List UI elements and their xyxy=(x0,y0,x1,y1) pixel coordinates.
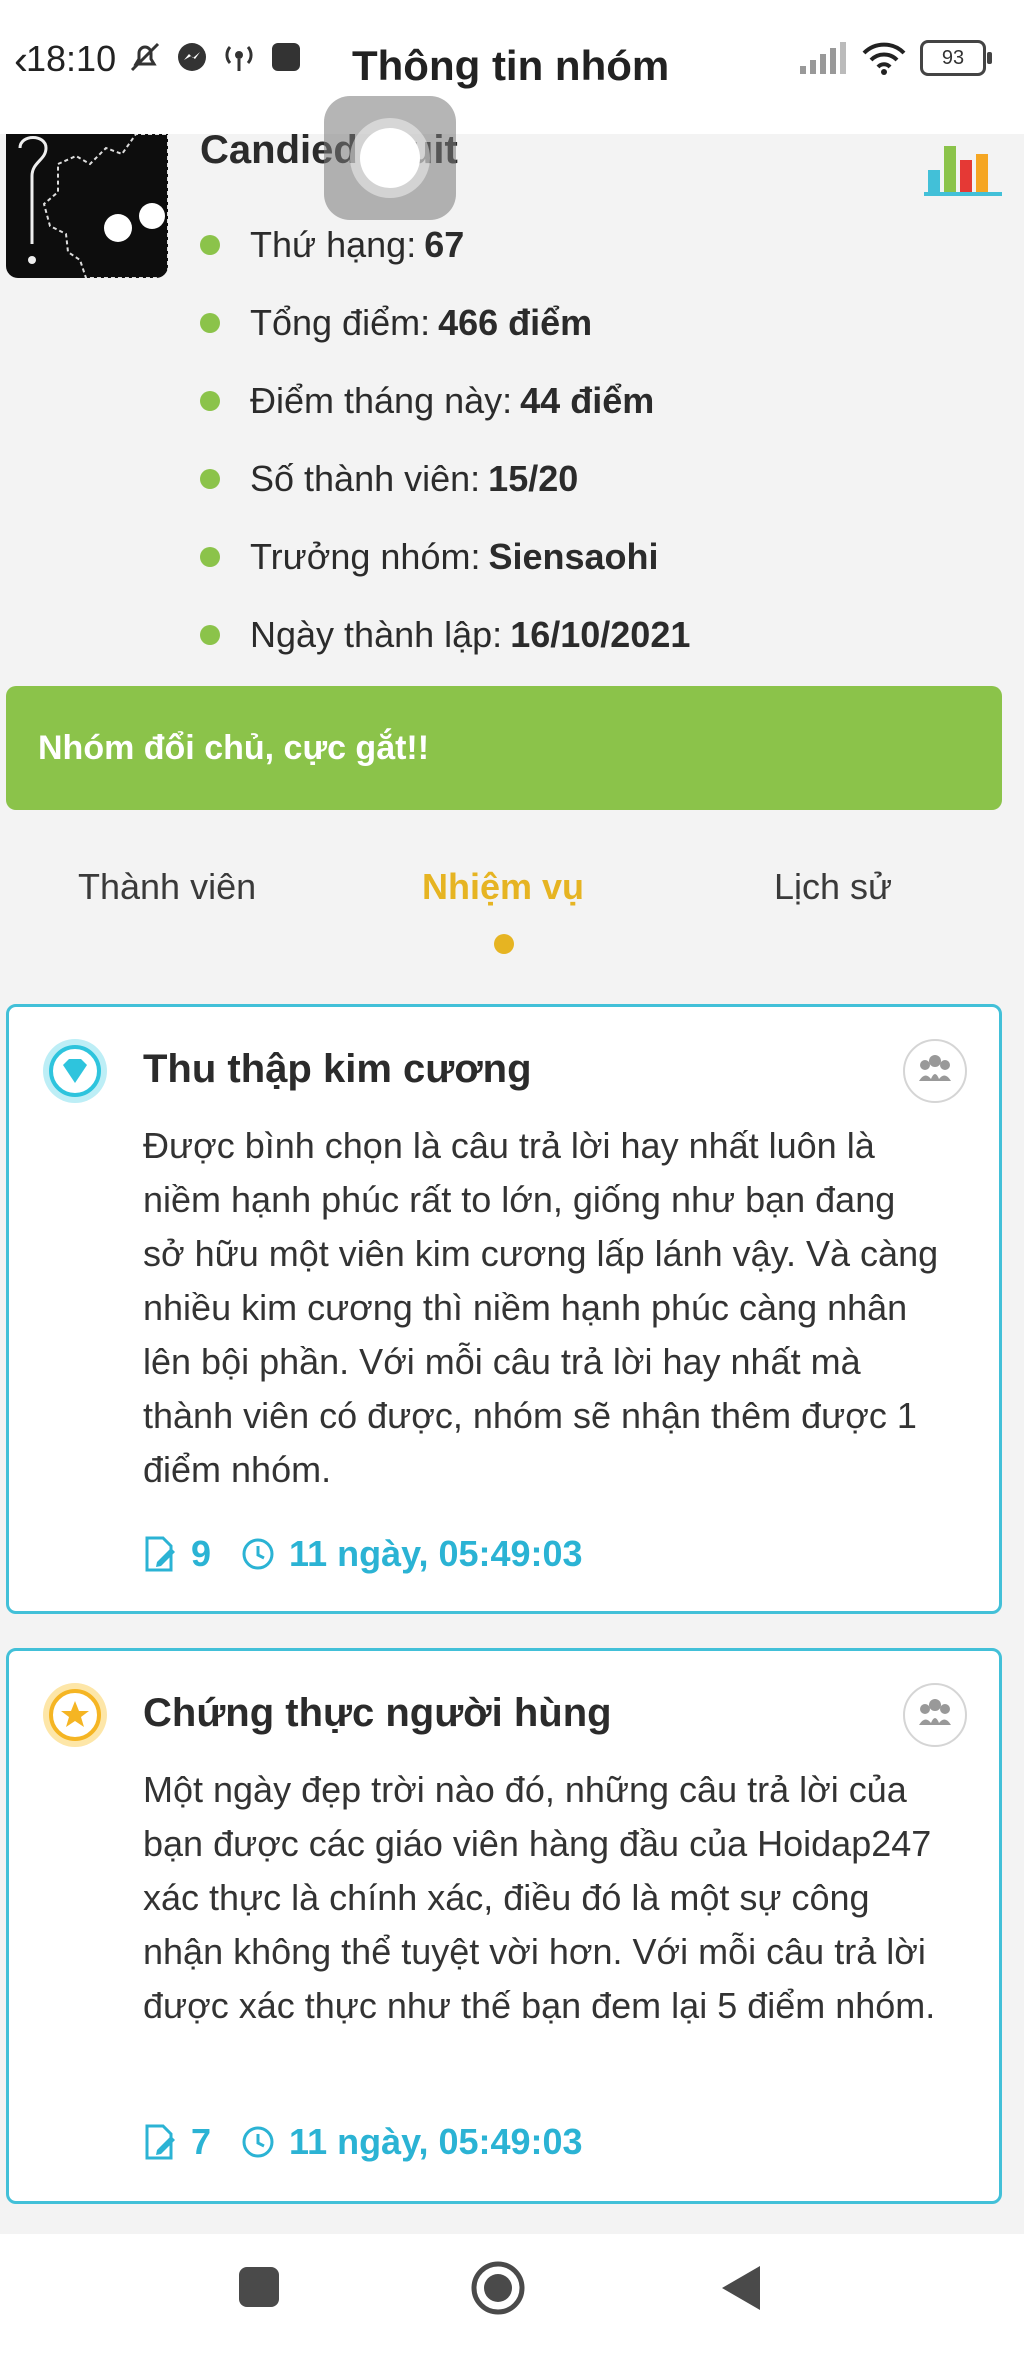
top-bar: ‹ 18:10 Thông tin nhóm 93 xyxy=(0,0,1024,134)
stat-total-points: Tổng điểm: 466 điểm xyxy=(200,284,690,362)
bullet-icon xyxy=(200,625,220,645)
hotspot-icon xyxy=(225,46,253,71)
recent-apps-icon[interactable] xyxy=(236,2264,282,2310)
mission-meta: 9 11 ngày, 05:49:03 xyxy=(143,1533,583,1575)
answer-count: 7 xyxy=(143,2121,211,2163)
group-stats-list: Thứ hạng: 67 Tổng điểm: 466 điểm Điểm thán… xyxy=(200,206,690,674)
tab-missions[interactable]: Nhiệm vụ xyxy=(422,866,584,908)
back-triangle-icon[interactable] xyxy=(720,2264,764,2312)
bullet-icon xyxy=(200,469,220,489)
app-square-icon xyxy=(272,43,300,71)
active-tab-indicator xyxy=(494,934,514,954)
muted-bell-icon xyxy=(130,42,160,72)
mission-meta: 7 11 ngày, 05:49:03 xyxy=(143,2121,583,2163)
group-members-icon[interactable] xyxy=(903,1039,967,1103)
system-nav-bar xyxy=(0,2234,1024,2361)
messenger-icon xyxy=(178,43,206,71)
mission-description: Được bình chọn là câu trả lời hay nhất l… xyxy=(143,1125,939,1490)
edit-document-icon xyxy=(145,2124,175,2160)
mission-description: Một ngày đẹp trời nào đó, những câu trả … xyxy=(143,1769,936,2026)
tab-bar: Thành viên Nhiệm vụ Lịch sử xyxy=(0,858,1024,968)
edit-document-icon xyxy=(145,1536,175,1572)
time-remaining: 11 ngày, 05:49:03 xyxy=(241,1533,583,1575)
floating-assist-button[interactable] xyxy=(324,96,456,220)
stat-founded: Ngày thành lập: 16/10/2021 xyxy=(200,596,690,674)
mission-card[interactable]: Thu thập kim cương Được bình chọn là câu… xyxy=(6,1004,1002,1614)
group-avatar xyxy=(6,134,168,278)
bullet-icon xyxy=(200,391,220,411)
mission-card[interactable]: Chứng thực người hùng Một ngày đẹp trời … xyxy=(6,1648,1002,2204)
stat-month-points: Điểm tháng này: 44 điểm xyxy=(200,362,690,440)
mission-title: Thu thập kim cương xyxy=(143,1047,532,1091)
mission-title: Chứng thực người hùng xyxy=(143,1691,612,1735)
bullet-icon xyxy=(200,313,220,333)
group-members-icon[interactable] xyxy=(903,1683,967,1747)
status-system-icons: 93 xyxy=(800,40,992,76)
clock-icon xyxy=(242,1538,274,1570)
battery-icon: 93 xyxy=(920,40,992,76)
clock-icon xyxy=(242,2126,274,2158)
status-notification-icons xyxy=(128,40,302,74)
stat-rank: Thứ hạng: 67 xyxy=(200,206,690,284)
tab-members[interactable]: Thành viên xyxy=(78,866,256,908)
status-time: 18:10 xyxy=(26,38,117,79)
answer-count: 9 xyxy=(143,1533,211,1575)
home-icon[interactable] xyxy=(470,2260,526,2316)
time-remaining: 11 ngày, 05:49:03 xyxy=(241,2121,583,2163)
bullet-icon xyxy=(200,235,220,255)
tab-history[interactable]: Lịch sử xyxy=(774,866,892,908)
page-title: Thông tin nhóm xyxy=(352,42,670,89)
avatar-artwork xyxy=(18,134,168,278)
bullet-icon xyxy=(200,547,220,567)
star-icon xyxy=(43,1683,107,1747)
group-announcement: Nhóm đổi chủ, cực gắt!! xyxy=(6,686,1002,810)
stat-leader: Trưởng nhóm: Siensaohi xyxy=(200,518,690,596)
signal-icon xyxy=(800,42,846,74)
diamond-icon xyxy=(43,1039,107,1103)
ranking-chart-icon[interactable] xyxy=(924,140,1004,196)
wifi-icon xyxy=(862,42,906,75)
stat-members: Số thành viên: 15/20 xyxy=(200,440,690,518)
